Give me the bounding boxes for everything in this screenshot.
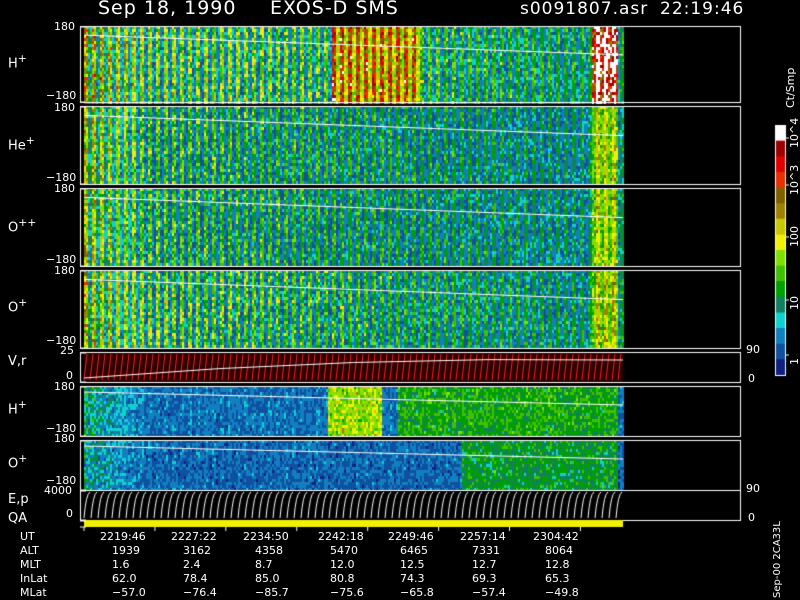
ephemeris-value: 1.6 bbox=[112, 558, 130, 571]
y-tick-top: 180 bbox=[54, 432, 75, 445]
ephemeris-label: MLT bbox=[20, 558, 41, 571]
y-tick-bottom: 0 bbox=[66, 507, 73, 520]
y-tick-top: 4000 bbox=[44, 484, 72, 497]
ephemeris-label: MLat bbox=[20, 586, 47, 599]
panel-label-o-plusplus: O++ bbox=[8, 216, 37, 236]
y-tick-top: 180 bbox=[54, 182, 75, 195]
ephemeris-value: −49.8 bbox=[545, 586, 579, 599]
ephemeris-value: −75.6 bbox=[330, 586, 364, 599]
y-tick-top: 180 bbox=[54, 380, 75, 393]
ephemeris-value: 7331 bbox=[472, 544, 500, 557]
header-instrument: EXOS-D SMS bbox=[270, 0, 399, 19]
panel-label-vr: V,r bbox=[8, 354, 27, 369]
ephemeris-value: 8064 bbox=[545, 544, 573, 557]
ephemeris-value: 2304:42 bbox=[533, 530, 579, 543]
colorbar-tick: 10^3 bbox=[788, 164, 800, 195]
panel-label-he-plus: He+ bbox=[8, 134, 35, 154]
ephemeris-value: 3162 bbox=[183, 544, 211, 557]
y-tick-top: 180 bbox=[54, 264, 75, 277]
y-tick-top: 25 bbox=[60, 344, 74, 357]
ephemeris-value: 12.0 bbox=[330, 558, 355, 571]
ephemeris-value: 85.0 bbox=[255, 572, 280, 585]
ephemeris-value: 78.4 bbox=[183, 572, 208, 585]
header-time: 22:19:46 bbox=[660, 0, 745, 19]
ephemeris-value: 69.3 bbox=[472, 572, 497, 585]
ephemeris-value: 12.8 bbox=[545, 558, 570, 571]
ephemeris-label: ALT bbox=[20, 544, 39, 557]
spectrogram-canvas bbox=[0, 0, 800, 600]
ephemeris-value: 8.7 bbox=[255, 558, 273, 571]
header-date: Sep 18, 1990 bbox=[98, 0, 237, 19]
ephemeris-value: 2.4 bbox=[183, 558, 201, 571]
ephemeris-value: 5470 bbox=[330, 544, 358, 557]
panel-label-qa: QA bbox=[8, 511, 28, 526]
colorbar-tick: 1 bbox=[788, 358, 800, 365]
right-tick-bottom: 0 bbox=[748, 511, 755, 524]
ephemeris-value: 2257:14 bbox=[460, 530, 506, 543]
y-tick-top: 180 bbox=[54, 101, 75, 114]
ephemeris-value: 2249:46 bbox=[388, 530, 434, 543]
right-tick-top: 90 bbox=[746, 343, 760, 356]
ephemeris-value: 4358 bbox=[255, 544, 283, 557]
colorbar-tick: 100 bbox=[788, 226, 800, 247]
side-note: Sep-00 2CA33L bbox=[772, 521, 783, 598]
panel-label-ep: E,p bbox=[8, 492, 29, 507]
ephemeris-label: InLat bbox=[20, 572, 48, 585]
ephemeris-value: −57.0 bbox=[112, 586, 146, 599]
ephemeris-value: −85.7 bbox=[255, 586, 289, 599]
ephemeris-value: 2219:46 bbox=[100, 530, 146, 543]
colorbar-tick: 10 bbox=[788, 296, 800, 310]
ephemeris-value: 12.5 bbox=[400, 558, 425, 571]
y-tick-top: 180 bbox=[54, 20, 75, 33]
ephemeris-value: −76.4 bbox=[183, 586, 217, 599]
ephemeris-value: 2234:50 bbox=[243, 530, 289, 543]
panel-label-h-plus: H+ bbox=[8, 52, 27, 72]
header-file: s0091807.asr bbox=[520, 0, 649, 19]
ephemeris-value: −65.8 bbox=[400, 586, 434, 599]
ephemeris-value: 12.7 bbox=[472, 558, 497, 571]
colorbar-title: Ct/Smp bbox=[784, 67, 797, 108]
colorbar-tick: 10^4 bbox=[788, 117, 800, 148]
ephemeris-value: 74.3 bbox=[400, 572, 425, 585]
ephemeris-value: 62.0 bbox=[112, 572, 137, 585]
panel-label-h-plus-2: H+ bbox=[8, 398, 27, 418]
ephemeris-label: UT bbox=[20, 530, 35, 543]
ephemeris-value: 6465 bbox=[400, 544, 428, 557]
right-tick-bottom: 0 bbox=[748, 372, 755, 385]
ephemeris-value: 2242:18 bbox=[318, 530, 364, 543]
ephemeris-value: −57.4 bbox=[472, 586, 506, 599]
panel-label-o-plus: O+ bbox=[8, 296, 28, 316]
ephemeris-value: 1939 bbox=[112, 544, 140, 557]
panel-label-o-plus-2: O+ bbox=[8, 452, 28, 472]
right-tick-top: 90 bbox=[746, 482, 760, 495]
ephemeris-value: 2227:22 bbox=[171, 530, 217, 543]
ephemeris-value: 65.3 bbox=[545, 572, 570, 585]
ephemeris-value: 80.8 bbox=[330, 572, 355, 585]
